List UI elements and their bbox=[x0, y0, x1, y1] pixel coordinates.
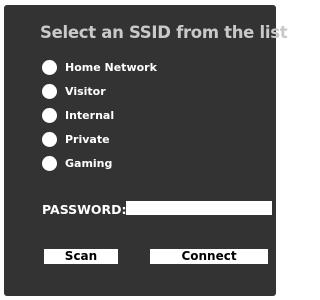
ssid-label: Visitor bbox=[65, 84, 106, 98]
ssid-label: Home Network bbox=[65, 60, 157, 74]
ssid-option-private[interactable]: Private bbox=[42, 131, 157, 147]
ssid-option-internal[interactable]: Internal bbox=[42, 107, 157, 123]
radio-button[interactable] bbox=[42, 83, 57, 99]
ssid-selector-panel: Select an SSID from the list Home Networ… bbox=[4, 5, 288, 296]
scan-button[interactable]: Scan bbox=[44, 249, 118, 264]
ssid-option-home-network[interactable]: Home Network bbox=[42, 59, 157, 75]
ssid-option-visitor[interactable]: Visitor bbox=[42, 83, 157, 99]
connect-button[interactable]: Connect bbox=[150, 249, 268, 264]
ssid-list: Home Network Visitor Internal Private Ga… bbox=[42, 59, 157, 179]
radio-button[interactable] bbox=[42, 59, 57, 75]
ssid-label: Gaming bbox=[65, 156, 113, 170]
ssid-label: Private bbox=[65, 132, 110, 146]
ssid-label: Internal bbox=[65, 108, 115, 122]
panel-title: Select an SSID from the list bbox=[40, 23, 288, 42]
ssid-option-gaming[interactable]: Gaming bbox=[42, 155, 157, 171]
password-field[interactable] bbox=[126, 201, 272, 215]
password-label: PASSWORD: bbox=[42, 202, 127, 217]
radio-button[interactable] bbox=[42, 155, 57, 171]
radio-button[interactable] bbox=[42, 131, 57, 147]
radio-button[interactable] bbox=[42, 107, 57, 123]
